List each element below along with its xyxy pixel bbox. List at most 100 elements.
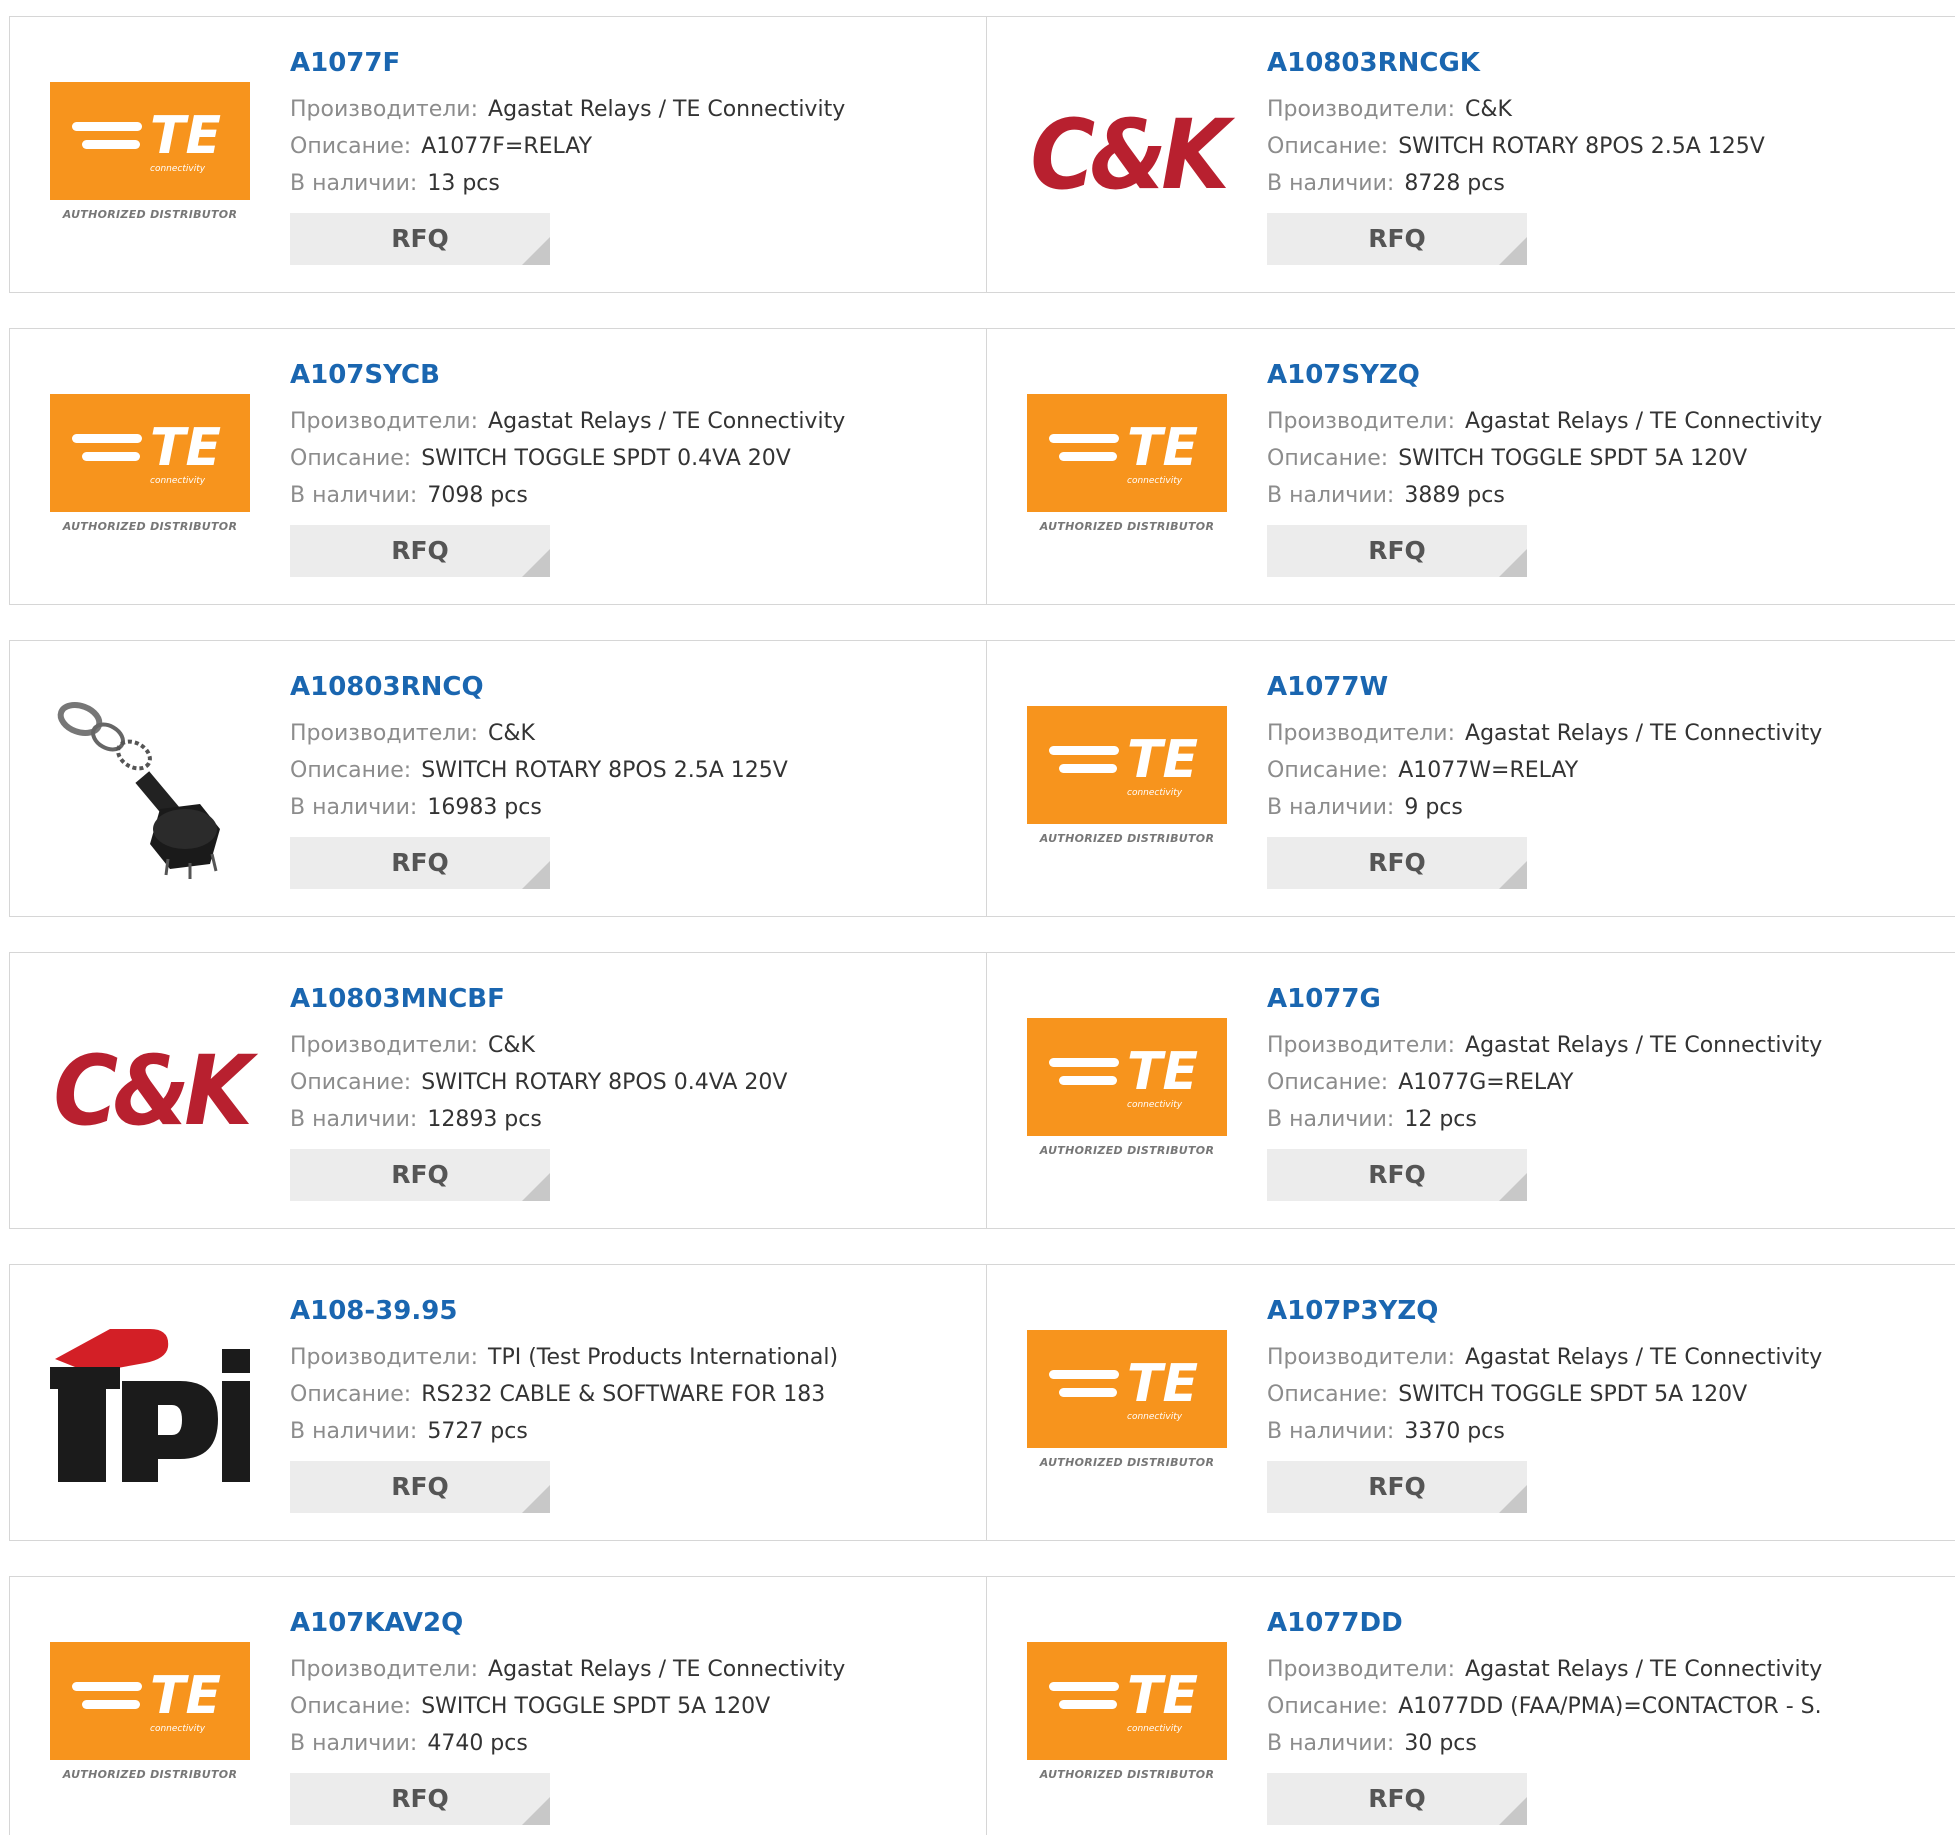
part-number-link[interactable]: A1077G (1267, 983, 1381, 1015)
description-label: Описание: (1267, 1382, 1389, 1407)
part-number-link[interactable]: A107P3YZQ (1267, 1295, 1438, 1327)
stock-label: В наличии: (290, 1107, 418, 1132)
manufacturer-value: Agastat Relays / TE Connectivity (1465, 1345, 1823, 1370)
manufacturer-label: Производители: (290, 409, 479, 434)
rfq-button[interactable]: RFQ (290, 213, 550, 265)
manufacturer-label: Производители: (290, 97, 479, 122)
rfq-button[interactable]: RFQ (1267, 525, 1527, 577)
manufacturer-value: C&K (488, 721, 535, 746)
rfq-button[interactable]: RFQ (290, 1461, 550, 1513)
manufacturer-label: Производители: (290, 1033, 479, 1058)
rfq-button[interactable]: RFQ (290, 525, 550, 577)
corner-triangle-icon (522, 549, 550, 577)
manufacturer-row: Производители: TPI (Test Products Interna… (290, 1339, 838, 1376)
manufacturer-value: TPI (Test Products International) (488, 1345, 839, 1370)
manufacturer-label: Производители: (290, 1657, 479, 1682)
product-info: A10803MNCBF Производители: C&K Описание: SWI… (290, 983, 787, 1201)
corner-triangle-icon (522, 1173, 550, 1201)
part-number-link[interactable]: A107SYCB (290, 359, 440, 391)
manufacturer-value: Agastat Relays / TE Connectivity (488, 97, 846, 122)
product-card: TE connectivity AUTHORIZED DISTRIBUTOR A107… (9, 16, 988, 293)
product-info: A10803RNCQ Производители: C&K Описание: SWIT… (290, 671, 788, 889)
part-number-link[interactable]: A10803RNCQ (290, 671, 484, 703)
stock-row: В наличии: 12 pcs (1267, 1101, 1822, 1138)
manufacturer-label: Производители: (1267, 1033, 1456, 1058)
te-connectivity-logo: TE connectivity AUTHORIZED DISTRIBUTOR (1027, 1330, 1227, 1475)
rfq-button[interactable]: RFQ (1267, 1149, 1527, 1201)
description-label: Описание: (1267, 758, 1389, 783)
product-card: TE connectivity AUTHORIZED DISTRIBUTOR A107… (986, 1576, 1955, 1835)
te-connectivity-logo: TE connectivity AUTHORIZED DISTRIBUTOR (50, 394, 250, 539)
product-card: A108-39.95 Производители: TPI (Test Produc… (9, 1264, 988, 1541)
part-number-link[interactable]: A1077W (1267, 671, 1388, 703)
description-value: A1077W=RELAY (1398, 758, 1579, 783)
rfq-button[interactable]: RFQ (1267, 1773, 1527, 1825)
rfq-label: RFQ (391, 1160, 449, 1189)
rfq-button[interactable]: RFQ (290, 837, 550, 889)
stock-row: В наличии: 12893 pcs (290, 1101, 787, 1138)
product-card: TE connectivity AUTHORIZED DISTRIBUTOR A107… (986, 952, 1955, 1229)
manufacturer-row: Производители: C&K (290, 1027, 787, 1064)
part-number-link[interactable]: A108-39.95 (290, 1295, 457, 1327)
manufacturer-logo: C&K (50, 991, 252, 1191)
description-row: Описание: SWITCH ROTARY 8POS 0.4VA 20V (290, 1064, 787, 1101)
manufacturer-label: Производители: (290, 721, 479, 746)
stock-row: В наличии: 5727 pcs (290, 1413, 838, 1450)
corner-triangle-icon (1499, 1797, 1527, 1825)
part-number-link[interactable]: A107SYZQ (1267, 359, 1420, 391)
description-row: Описание: SWITCH TOGGLE SPDT 0.4VA 20V (290, 440, 845, 477)
stock-value: 7098 pcs (427, 483, 528, 508)
manufacturer-logo: TE connectivity AUTHORIZED DISTRIBUTOR (1027, 991, 1227, 1191)
product-card: A10803RNCQ Производители: C&K Описание: SWIT… (9, 640, 988, 917)
part-number-link[interactable]: A1077DD (1267, 1607, 1403, 1639)
product-info: A1077F Производители: Agastat Relays / TE … (290, 47, 845, 265)
corner-triangle-icon (522, 1797, 550, 1825)
manufacturer-logo (50, 679, 250, 879)
description-label: Описание: (1267, 134, 1389, 159)
rfq-button[interactable]: RFQ (1267, 837, 1527, 889)
manufacturer-logo: TE connectivity AUTHORIZED DISTRIBUTOR (1027, 679, 1227, 879)
stock-label: В наличии: (290, 483, 418, 508)
stock-label: В наличии: (1267, 171, 1395, 196)
rfq-button[interactable]: RFQ (1267, 1461, 1527, 1513)
stock-label: В наличии: (1267, 1731, 1395, 1756)
stock-label: В наличии: (290, 795, 418, 820)
description-value: SWITCH TOGGLE SPDT 5A 120V (1398, 1382, 1748, 1407)
manufacturer-row: Производители: Agastat Relays / TE Connec… (1267, 1027, 1822, 1064)
manufacturer-value: C&K (488, 1033, 535, 1058)
product-info: A1077G Производители: Agastat Relays / TE … (1267, 983, 1822, 1201)
part-number-link[interactable]: A10803MNCBF (290, 983, 505, 1015)
te-connectivity-logo: TE connectivity AUTHORIZED DISTRIBUTOR (1027, 1018, 1227, 1163)
product-card: TE connectivity AUTHORIZED DISTRIBUTOR A107… (9, 328, 988, 605)
manufacturer-logo: C&K (1027, 55, 1229, 255)
rfq-button[interactable]: RFQ (1267, 213, 1527, 265)
corner-triangle-icon (1499, 237, 1527, 265)
manufacturer-logo: TE connectivity AUTHORIZED DISTRIBUTOR (1027, 1303, 1227, 1503)
manufacturer-logo: TE connectivity AUTHORIZED DISTRIBUTOR (50, 1615, 250, 1815)
stock-row: В наличии: 8728 pcs (1267, 165, 1765, 202)
ck-logo: C&K (53, 1034, 252, 1147)
stock-value: 3889 pcs (1404, 483, 1505, 508)
description-label: Описание: (290, 1070, 412, 1095)
description-row: Описание: RS232 CABLE & SOFTWARE FOR 183 (290, 1376, 838, 1413)
rfq-label: RFQ (1368, 1160, 1426, 1189)
part-number-link[interactable]: A10803RNCGK (1267, 47, 1480, 79)
stock-row: В наличии: 13 pcs (290, 165, 845, 202)
manufacturer-value: Agastat Relays / TE Connectivity (1465, 1657, 1823, 1682)
product-info: A108-39.95 Производители: TPI (Test Produc… (290, 1295, 838, 1513)
manufacturer-label: Производители: (1267, 97, 1456, 122)
manufacturer-label: Производители: (1267, 721, 1456, 746)
rfq-button[interactable]: RFQ (290, 1149, 550, 1201)
part-number-link[interactable]: A1077F (290, 47, 400, 79)
manufacturer-value: Agastat Relays / TE Connectivity (488, 1657, 846, 1682)
description-label: Описание: (290, 134, 412, 159)
manufacturer-row: Производители: Agastat Relays / TE Connec… (1267, 1651, 1822, 1688)
stock-row: В наличии: 9 pcs (1267, 789, 1822, 826)
manufacturer-row: Производители: Agastat Relays / TE Connec… (290, 403, 845, 440)
part-number-link[interactable]: A107KAV2Q (290, 1607, 463, 1639)
rfq-label: RFQ (391, 1472, 449, 1501)
stock-value: 30 pcs (1404, 1731, 1477, 1756)
corner-triangle-icon (522, 237, 550, 265)
rfq-button[interactable]: RFQ (290, 1773, 550, 1825)
description-value: SWITCH TOGGLE SPDT 0.4VA 20V (421, 446, 791, 471)
